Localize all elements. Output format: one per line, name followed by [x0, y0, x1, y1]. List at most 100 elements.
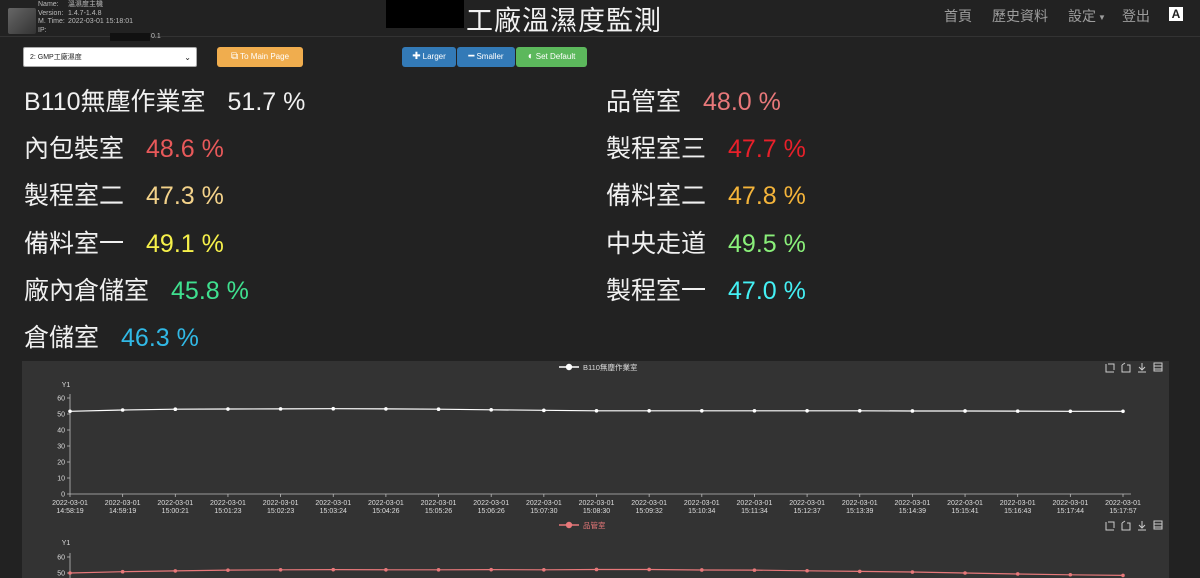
nav-home[interactable]: 首頁 [944, 6, 972, 26]
x-tick-label-time: 15:15:41 [951, 508, 978, 515]
reading-value: 47.8 % [728, 182, 806, 210]
data-point [173, 407, 178, 411]
data-point [1121, 573, 1125, 578]
nav-logout[interactable]: 登出 [1122, 6, 1150, 26]
download-icon[interactable] [1138, 363, 1146, 373]
data-point [594, 567, 599, 572]
y-tick-label: 50 [57, 571, 65, 578]
y-tick-label: 50 [57, 412, 65, 419]
download-icon[interactable] [1138, 521, 1146, 531]
data-point [120, 408, 125, 412]
x-tick-label-date: 2022-03-01 [421, 500, 457, 507]
set-default-button[interactable]: ◐ Set Default [516, 47, 587, 67]
smaller-label: Smaller [476, 52, 504, 61]
zoom-reset-icon[interactable] [1121, 362, 1131, 373]
device-mtime: 2022-03-01 15:18:01 [68, 18, 133, 26]
x-tick-label-time: 15:06:26 [478, 508, 505, 515]
chevron-down-icon: ⌄ [184, 53, 191, 62]
reading-value: 48.0 % [703, 88, 781, 116]
x-tick-label-time: 15:13:39 [846, 508, 873, 515]
y-tick-label: 60 [57, 396, 65, 403]
data-point [910, 409, 915, 413]
y-tick-label: 30 [57, 444, 65, 451]
data-point [647, 409, 651, 413]
nav-history[interactable]: 歷史資料 [992, 6, 1048, 26]
a-icon[interactable]: A [1169, 7, 1183, 21]
x-tick-label-date: 2022-03-01 [315, 500, 351, 507]
reading-factory-storage: 廠內倉儲室 45.8 % [24, 271, 249, 307]
shield-icon: ◐ [527, 51, 534, 62]
to-main-page-button[interactable]: ⧉ To Main Page [217, 47, 303, 67]
reading-room: 廠內倉儲室 [24, 277, 150, 305]
x-tick-label-date: 2022-03-01 [368, 500, 404, 507]
data-point [120, 569, 125, 574]
reading-room: B110無塵作業室 [24, 88, 206, 116]
reading-room: 備料室二 [606, 182, 707, 210]
data-view-icon[interactable] [1153, 362, 1163, 372]
device-mtime-label: M. Time: [38, 18, 65, 26]
zoom-icon-path [1105, 363, 1115, 373]
x-tick-label-date: 2022-03-01 [1000, 500, 1036, 507]
reading-value: 46.3 % [121, 324, 199, 352]
title-redaction [386, 0, 464, 28]
x-tick-label-time: 15:16:43 [1004, 508, 1031, 515]
chart-group-select-value: 2: GMP工廠濕度 [30, 54, 82, 61]
minus-icon: ━ [468, 51, 475, 62]
y-tick-label: 60 [57, 555, 65, 562]
x-tick-label-date: 2022-03-01 [157, 500, 193, 507]
data-point [436, 568, 441, 572]
zoom-reset-icon-path [1121, 362, 1131, 373]
zoom-icon[interactable] [1105, 363, 1115, 373]
reading-value: 48.6 % [146, 135, 224, 163]
x-tick-label-time: 15:11:34 [741, 508, 768, 515]
legend-marker [565, 521, 573, 529]
x-tick-label-date: 2022-03-01 [894, 500, 930, 507]
reading-process-room-3: 製程室三 47.7 % [606, 129, 806, 165]
humidity-chart-qc: 品管室 Y1 50 60 [57, 520, 1163, 578]
device-info: Name: 溫濕度主機 Version: 1.4.7-1.4.8 M. Time: 202… [38, 1, 133, 35]
y-tick-label: 0 [61, 492, 65, 499]
x-tick-label-time: 15:10:34 [688, 508, 715, 515]
humidity-chart-b110: B110無塵作業室Y101020304050602022-03-0114:58:… [52, 362, 1163, 515]
reading-prep-room-2: 備料室二 47.8 % [606, 176, 806, 212]
smaller-button[interactable]: ━ Smaller [457, 47, 515, 67]
data-point [700, 568, 704, 572]
data-point [1068, 409, 1073, 414]
reading-room: 品管室 [606, 88, 682, 116]
larger-button[interactable]: ✚ Larger [402, 47, 456, 67]
data-point [226, 568, 230, 572]
x-tick-label-time: 15:08:30 [583, 508, 610, 515]
device-version-label: Version: [38, 9, 64, 17]
data-view-icon[interactable] [1153, 520, 1163, 530]
ip-redaction [110, 33, 150, 41]
larger-label: Larger [422, 52, 446, 61]
nav-settings-label: 設定 [1068, 8, 1096, 24]
reading-value: 47.7 % [728, 135, 806, 163]
data-point [752, 568, 757, 572]
reading-value: 45.8 % [171, 277, 249, 305]
set-default-label: Set Default [535, 52, 576, 61]
legend-label: 品管室 [583, 520, 606, 530]
zoom-icon[interactable] [1105, 521, 1115, 531]
data-view-icon-frame [1153, 520, 1163, 530]
plus-icon: ✚ [412, 51, 421, 62]
zoom-icon-path [1105, 521, 1115, 531]
data-point [542, 568, 546, 572]
data-point [331, 567, 336, 572]
data-point [542, 408, 546, 413]
nav-settings[interactable]: 設定 ▼ [1068, 6, 1106, 26]
x-tick-label-time: 15:01:23 [214, 508, 241, 515]
data-point [436, 407, 441, 411]
data-view-icon-lines [1154, 365, 1162, 370]
reading-room: 中央走道 [606, 230, 707, 258]
x-tick-label-time: 15:09:32 [636, 508, 663, 515]
data-point [805, 409, 809, 413]
reading-room: 製程室一 [606, 277, 707, 305]
reading-room: 內包裝室 [24, 135, 125, 163]
zoom-reset-icon[interactable] [1121, 520, 1131, 531]
chart-group-select[interactable]: 2: GMP工廠濕度 ⌄ [23, 47, 197, 67]
data-point [857, 409, 862, 413]
x-tick-label-time: 14:59:19 [109, 508, 136, 515]
data-point [857, 569, 862, 574]
download-icon-path [1138, 521, 1146, 531]
